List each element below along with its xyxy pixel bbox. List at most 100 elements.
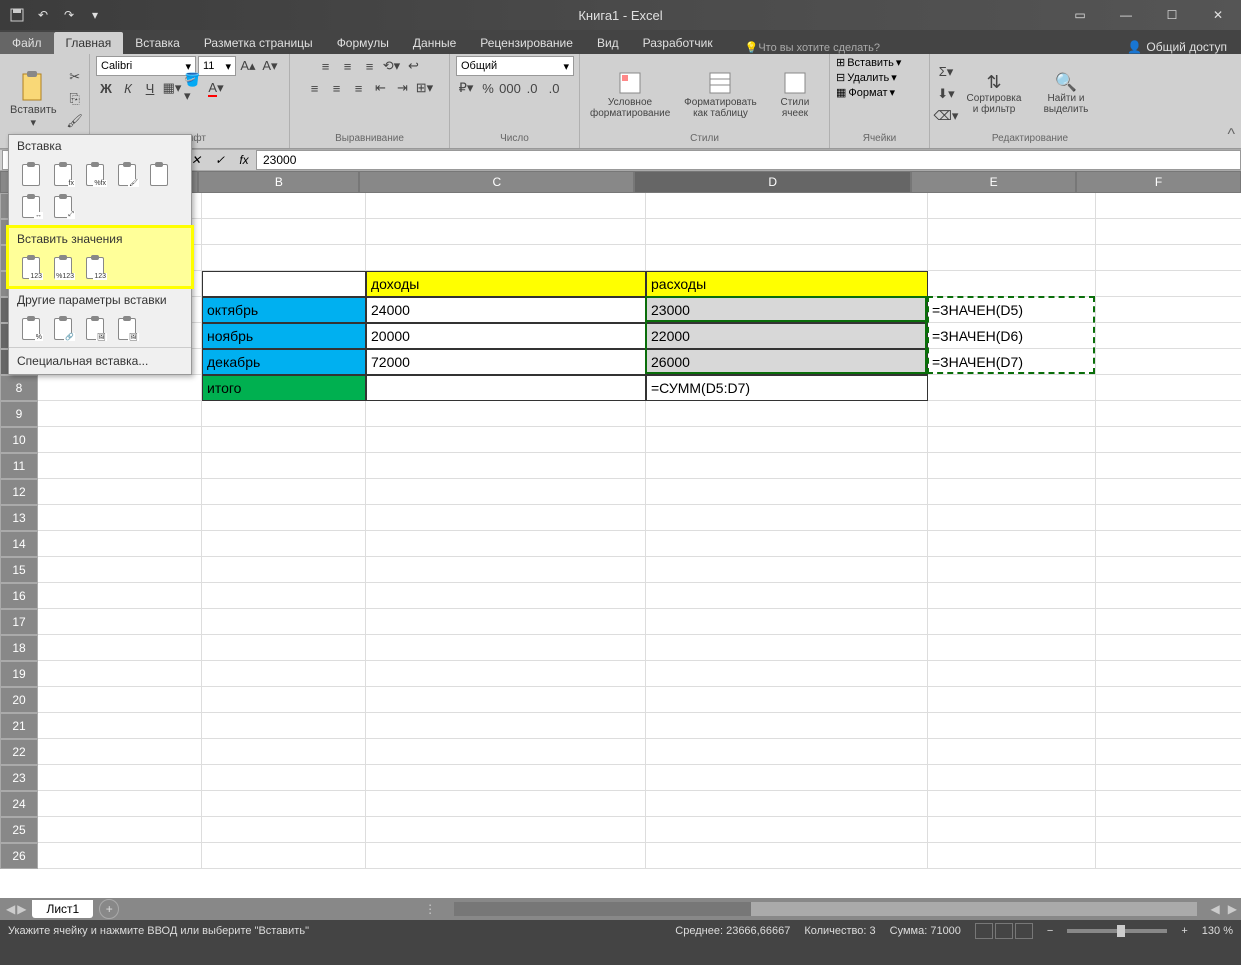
cell-C13[interactable] [366,505,646,531]
tab-insert[interactable]: Вставка [123,32,192,54]
cell-C16[interactable] [366,583,646,609]
align-top-icon[interactable]: ≡ [316,56,336,76]
cell-E12[interactable] [928,479,1096,505]
paste-linked-picture-icon[interactable]: 🖼 [113,315,141,343]
cell-F12[interactable] [1096,479,1241,505]
cell-D12[interactable] [646,479,928,505]
cell-styles-button[interactable]: Стили ячеек [767,67,823,121]
row-header-25[interactable]: 25 [0,817,38,843]
row-header-17[interactable]: 17 [0,609,38,635]
cell-F26[interactable] [1096,843,1241,869]
cell-F5[interactable] [1096,297,1241,323]
cell-F6[interactable] [1096,323,1241,349]
cell-D17[interactable] [646,609,928,635]
format-painter-icon[interactable]: 🖌 [65,111,85,131]
cell-F21[interactable] [1096,713,1241,739]
tab-home[interactable]: Главная [54,32,124,54]
row-header-22[interactable]: 22 [0,739,38,765]
cell-E22[interactable] [928,739,1096,765]
maximize-icon[interactable]: ☐ [1149,0,1195,30]
accept-formula-icon[interactable]: ✓ [208,150,232,170]
fill-color-icon[interactable]: 🪣▾ [184,78,204,98]
paste-formatting-icon[interactable]: % [17,315,45,343]
border-icon[interactable]: ▦▾ [162,78,182,98]
sheet-tab-1[interactable]: Лист1 [32,900,93,918]
cell-C26[interactable] [366,843,646,869]
cell-A19[interactable] [38,661,202,687]
cell-B4[interactable] [202,271,366,297]
row-header-20[interactable]: 20 [0,687,38,713]
cell-E17[interactable] [928,609,1096,635]
cell-B22[interactable] [202,739,366,765]
insert-cells-button[interactable]: ⊞ Вставить▾ [836,56,901,69]
add-sheet-icon[interactable]: + [99,899,119,919]
paste-link-icon[interactable]: 🔗 [49,315,77,343]
format-cells-button[interactable]: ▦ Формат▾ [836,86,895,99]
cell-B13[interactable] [202,505,366,531]
cell-E16[interactable] [928,583,1096,609]
cell-C11[interactable] [366,453,646,479]
cell-F23[interactable] [1096,765,1241,791]
paste-keep-source-icon[interactable]: 🖌 [113,161,141,189]
cell-F1[interactable] [1096,193,1241,219]
cell-A26[interactable] [38,843,202,869]
tab-file[interactable]: Файл [0,32,54,54]
cell-C8[interactable] [366,375,646,401]
cell-F19[interactable] [1096,661,1241,687]
cell-E15[interactable] [928,557,1096,583]
tab-data[interactable]: Данные [401,32,468,54]
cell-F7[interactable] [1096,349,1241,375]
cell-E11[interactable] [928,453,1096,479]
increase-decimal-icon[interactable]: .0 [522,78,542,98]
cell-F22[interactable] [1096,739,1241,765]
row-header-12[interactable]: 12 [0,479,38,505]
row-header-15[interactable]: 15 [0,557,38,583]
cell-C14[interactable] [366,531,646,557]
italic-button[interactable]: К [118,78,138,98]
indent-increase-icon[interactable]: ⇥ [393,78,413,98]
h-scroll-left-icon[interactable]: ◀ [1207,902,1224,916]
cell-B15[interactable] [202,557,366,583]
cell-C5[interactable]: 24000 [366,297,646,323]
decrease-decimal-icon[interactable]: .0 [544,78,564,98]
cell-E14[interactable] [928,531,1096,557]
h-scroll-right-icon[interactable]: ▶ [1224,902,1241,916]
cell-A16[interactable] [38,583,202,609]
paste-formulas-format-icon[interactable]: %fx [81,161,109,189]
cell-F2[interactable] [1096,219,1241,245]
minimize-icon[interactable]: — [1103,0,1149,30]
cell-C1[interactable] [366,193,646,219]
cell-D4[interactable]: расходы [646,271,928,297]
fill-icon[interactable]: ⬇▾ [936,84,956,104]
cell-E25[interactable] [928,817,1096,843]
cell-A9[interactable] [38,401,202,427]
cell-F3[interactable] [1096,245,1241,271]
cell-B26[interactable] [202,843,366,869]
cell-D1[interactable] [646,193,928,219]
copy-icon[interactable]: ⎘ [65,89,85,109]
cell-D19[interactable] [646,661,928,687]
cell-D3[interactable] [646,245,928,271]
cells-area[interactable]: доходырасходыоктябрь2400023000ноябрь2000… [38,193,1241,893]
conditional-formatting-button[interactable]: Условное форматирование [586,67,674,121]
cell-E4[interactable] [928,271,1096,297]
cell-C24[interactable] [366,791,646,817]
cell-A22[interactable] [38,739,202,765]
sheet-nav-next-icon[interactable]: ▶ [17,902,26,916]
cell-B1[interactable] [202,193,366,219]
cell-F20[interactable] [1096,687,1241,713]
cell-D10[interactable] [646,427,928,453]
cell-F4[interactable] [1096,271,1241,297]
zoom-in-icon[interactable]: + [1181,925,1187,937]
cell-D7[interactable]: 26000 [646,349,928,375]
format-as-table-button[interactable]: Форматировать как таблицу [678,67,763,121]
tab-view[interactable]: Вид [585,32,631,54]
cell-C25[interactable] [366,817,646,843]
cell-D14[interactable] [646,531,928,557]
align-left-icon[interactable]: ≡ [305,78,325,98]
cell-B14[interactable] [202,531,366,557]
cell-E8[interactable] [928,375,1096,401]
cell-E10[interactable] [928,427,1096,453]
cell-A21[interactable] [38,713,202,739]
collapse-ribbon-icon[interactable]: ^ [1227,126,1235,144]
